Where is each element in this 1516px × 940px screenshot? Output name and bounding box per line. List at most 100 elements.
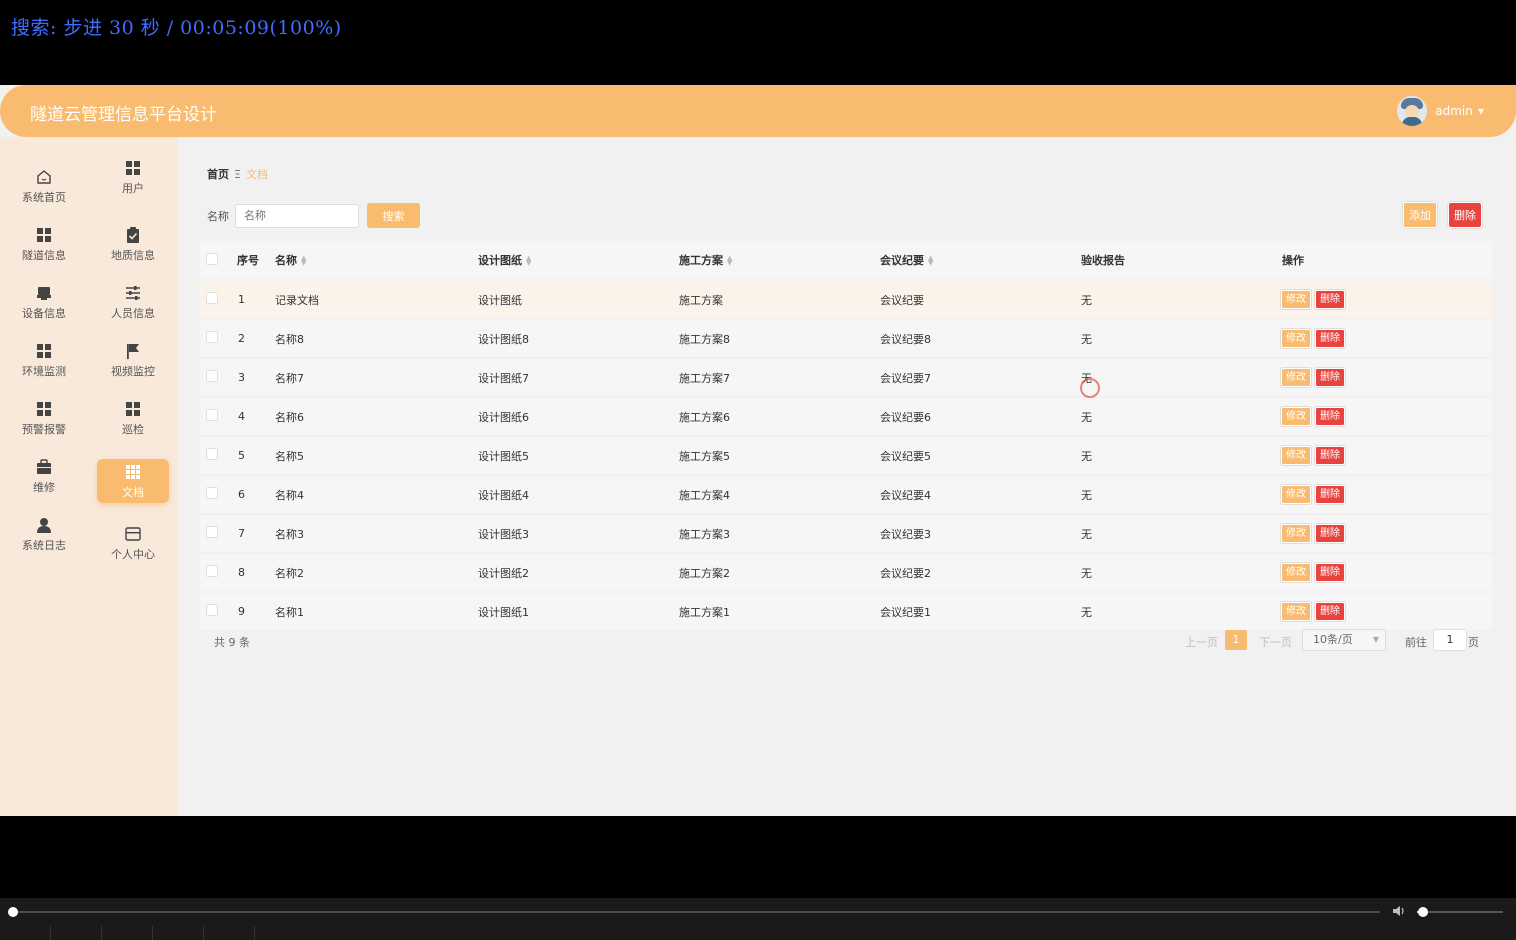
delete-button[interactable]: 删除 — [1315, 368, 1345, 387]
edit-button[interactable]: 修改 — [1281, 329, 1311, 348]
edit-button[interactable]: 修改 — [1281, 407, 1311, 426]
grid-icon — [37, 227, 51, 242]
delete-button[interactable]: 删除 — [1315, 446, 1345, 465]
header-minutes[interactable]: 会议纪要 ▲ ▼ — [879, 241, 1080, 279]
sort-icon[interactable]: ▲ ▼ — [526, 255, 531, 267]
edit-button[interactable]: 修改 — [1281, 524, 1311, 543]
sidebar-item-profile[interactable]: 个人中心 — [97, 521, 169, 565]
edit-button[interactable]: 修改 — [1281, 446, 1311, 465]
sort-icon[interactable]: ▲ ▼ — [928, 255, 933, 267]
cell-report: 无 — [1080, 554, 1281, 591]
edit-button[interactable]: 修改 — [1281, 290, 1311, 309]
cell-index: 7 — [236, 515, 274, 552]
delete-button[interactable]: 删除 — [1315, 563, 1345, 582]
sidebar-item-geology[interactable]: 地质信息 — [97, 222, 169, 266]
cell-drawing: 设计图纸2 — [477, 554, 678, 591]
playback-progress-knob[interactable] — [8, 907, 18, 917]
sort-icon[interactable]: ▲ ▼ — [301, 255, 306, 267]
delete-button[interactable]: 删除 — [1315, 602, 1345, 621]
header-drawing[interactable]: 设计图纸 ▲ ▼ — [477, 241, 678, 279]
sort-icon[interactable]: ▲ ▼ — [727, 255, 732, 267]
cell-minutes: 会议纪要5 — [879, 437, 1080, 474]
cell-name: 记录文档 — [274, 281, 477, 318]
sidebar-item-device[interactable]: 设备信息 — [8, 280, 80, 324]
goto-page-input[interactable]: 1 — [1433, 629, 1467, 651]
cell-actions: 修改 删除 — [1281, 476, 1492, 513]
edit-button[interactable]: 修改 — [1281, 368, 1311, 387]
cell-drawing: 设计图纸1 — [477, 593, 678, 630]
avatar — [1397, 96, 1428, 126]
header-report: 验收报告 — [1080, 241, 1281, 279]
header-plan[interactable]: 施工方案 ▲ ▼ — [678, 241, 879, 279]
delete-button[interactable]: 删除 — [1315, 524, 1345, 543]
sidebar-item-alarm[interactable]: 预警报警 — [8, 396, 80, 440]
row-checkbox[interactable] — [206, 409, 218, 421]
app-title: 隧道云管理信息平台设计 — [30, 105, 217, 125]
row-checkbox[interactable] — [206, 448, 218, 460]
volume-knob[interactable] — [1418, 907, 1428, 917]
table-row: 2 名称8 设计图纸8 施工方案8 会议纪要8 无修改 删除 — [200, 320, 1492, 357]
table-row: 4 名称6 设计图纸6 施工方案6 会议纪要6 无修改 删除 — [200, 398, 1492, 435]
page-size-select[interactable]: 10条/页 ▼ — [1302, 629, 1386, 651]
cell-actions: 修改 删除 — [1281, 320, 1492, 357]
page-suffix: 页 — [1468, 636, 1479, 649]
volume-icon[interactable] — [1391, 903, 1407, 919]
volume-track[interactable] — [1417, 911, 1503, 913]
status-segment — [102, 926, 153, 940]
cell-name: 名称6 — [274, 398, 477, 435]
cell-drawing: 设计图纸8 — [477, 320, 678, 357]
sidebar-item-inspection[interactable]: 巡检 — [97, 396, 169, 440]
cell-plan: 施工方案2 — [678, 554, 879, 591]
cell-drawing: 设计图纸5 — [477, 437, 678, 474]
table-row: 1 记录文档 设计图纸 施工方案 会议纪要无修改 删除 — [200, 281, 1492, 318]
header-name[interactable]: 名称 ▲ ▼ — [274, 241, 477, 279]
sidebar-item-system-log[interactable]: 系统日志 — [8, 512, 80, 556]
sidebar-item-home[interactable]: 系统首页 — [8, 164, 80, 208]
sidebar-item-documents[interactable]: 文档 — [97, 459, 169, 503]
cell-drawing: 设计图纸 — [477, 281, 678, 318]
select-all-checkbox[interactable] — [206, 252, 218, 265]
page-number-current[interactable]: 1 — [1225, 630, 1247, 650]
sidebar-item-environment[interactable]: 环境监测 — [8, 338, 80, 382]
search-input[interactable] — [235, 203, 359, 228]
sidebar-item-video[interactable]: 视频监控 — [97, 338, 169, 382]
cell-plan: 施工方案8 — [678, 320, 879, 357]
prev-page-button[interactable]: 上一页 — [1185, 634, 1218, 650]
row-checkbox[interactable] — [206, 565, 218, 577]
clipboard-check-icon — [127, 226, 139, 243]
cell-index: 4 — [236, 398, 274, 435]
next-page-button[interactable]: 下一页 — [1259, 634, 1292, 650]
delete-button[interactable]: 删除 — [1315, 329, 1345, 348]
sidebar-item-personnel[interactable]: 人员信息 — [97, 280, 169, 324]
delete-button[interactable]: 删除 — [1315, 485, 1345, 504]
user-menu[interactable]: admin ▼ — [1397, 96, 1484, 126]
add-button[interactable]: 添加 — [1403, 202, 1437, 228]
grid-icon — [37, 343, 51, 358]
header-actions: 操作 — [1281, 241, 1492, 279]
breadcrumb-separator: Ξ — [234, 168, 241, 181]
batch-delete-button[interactable]: 删除 — [1448, 202, 1482, 228]
playback-progress-track[interactable] — [13, 911, 1380, 913]
sidebar-item-users[interactable]: 用户 — [97, 155, 169, 199]
edit-button[interactable]: 修改 — [1281, 563, 1311, 582]
search-bar: 名称 搜索 — [207, 203, 420, 228]
table-row: 7 名称3 设计图纸3 施工方案3 会议纪要3 无修改 删除 — [200, 515, 1492, 552]
row-checkbox[interactable] — [206, 331, 218, 343]
sidebar-item-tunnel[interactable]: 隧道信息 — [8, 222, 80, 266]
breadcrumb-home[interactable]: 首页 — [207, 168, 229, 181]
delete-button[interactable]: 删除 — [1315, 290, 1345, 309]
row-checkbox[interactable] — [206, 292, 218, 304]
edit-button[interactable]: 修改 — [1281, 602, 1311, 621]
sidebar-item-repair[interactable]: 维修 — [8, 454, 80, 498]
cell-report: 无 — [1080, 515, 1281, 552]
status-segment — [0, 926, 51, 940]
row-checkbox[interactable] — [206, 526, 218, 538]
status-segment — [153, 926, 204, 940]
search-button[interactable]: 搜索 — [367, 203, 420, 228]
row-checkbox[interactable] — [206, 487, 218, 499]
cell-actions: 修改 删除 — [1281, 281, 1492, 318]
row-checkbox[interactable] — [206, 370, 218, 382]
edit-button[interactable]: 修改 — [1281, 485, 1311, 504]
row-checkbox[interactable] — [206, 604, 218, 616]
delete-button[interactable]: 删除 — [1315, 407, 1345, 426]
